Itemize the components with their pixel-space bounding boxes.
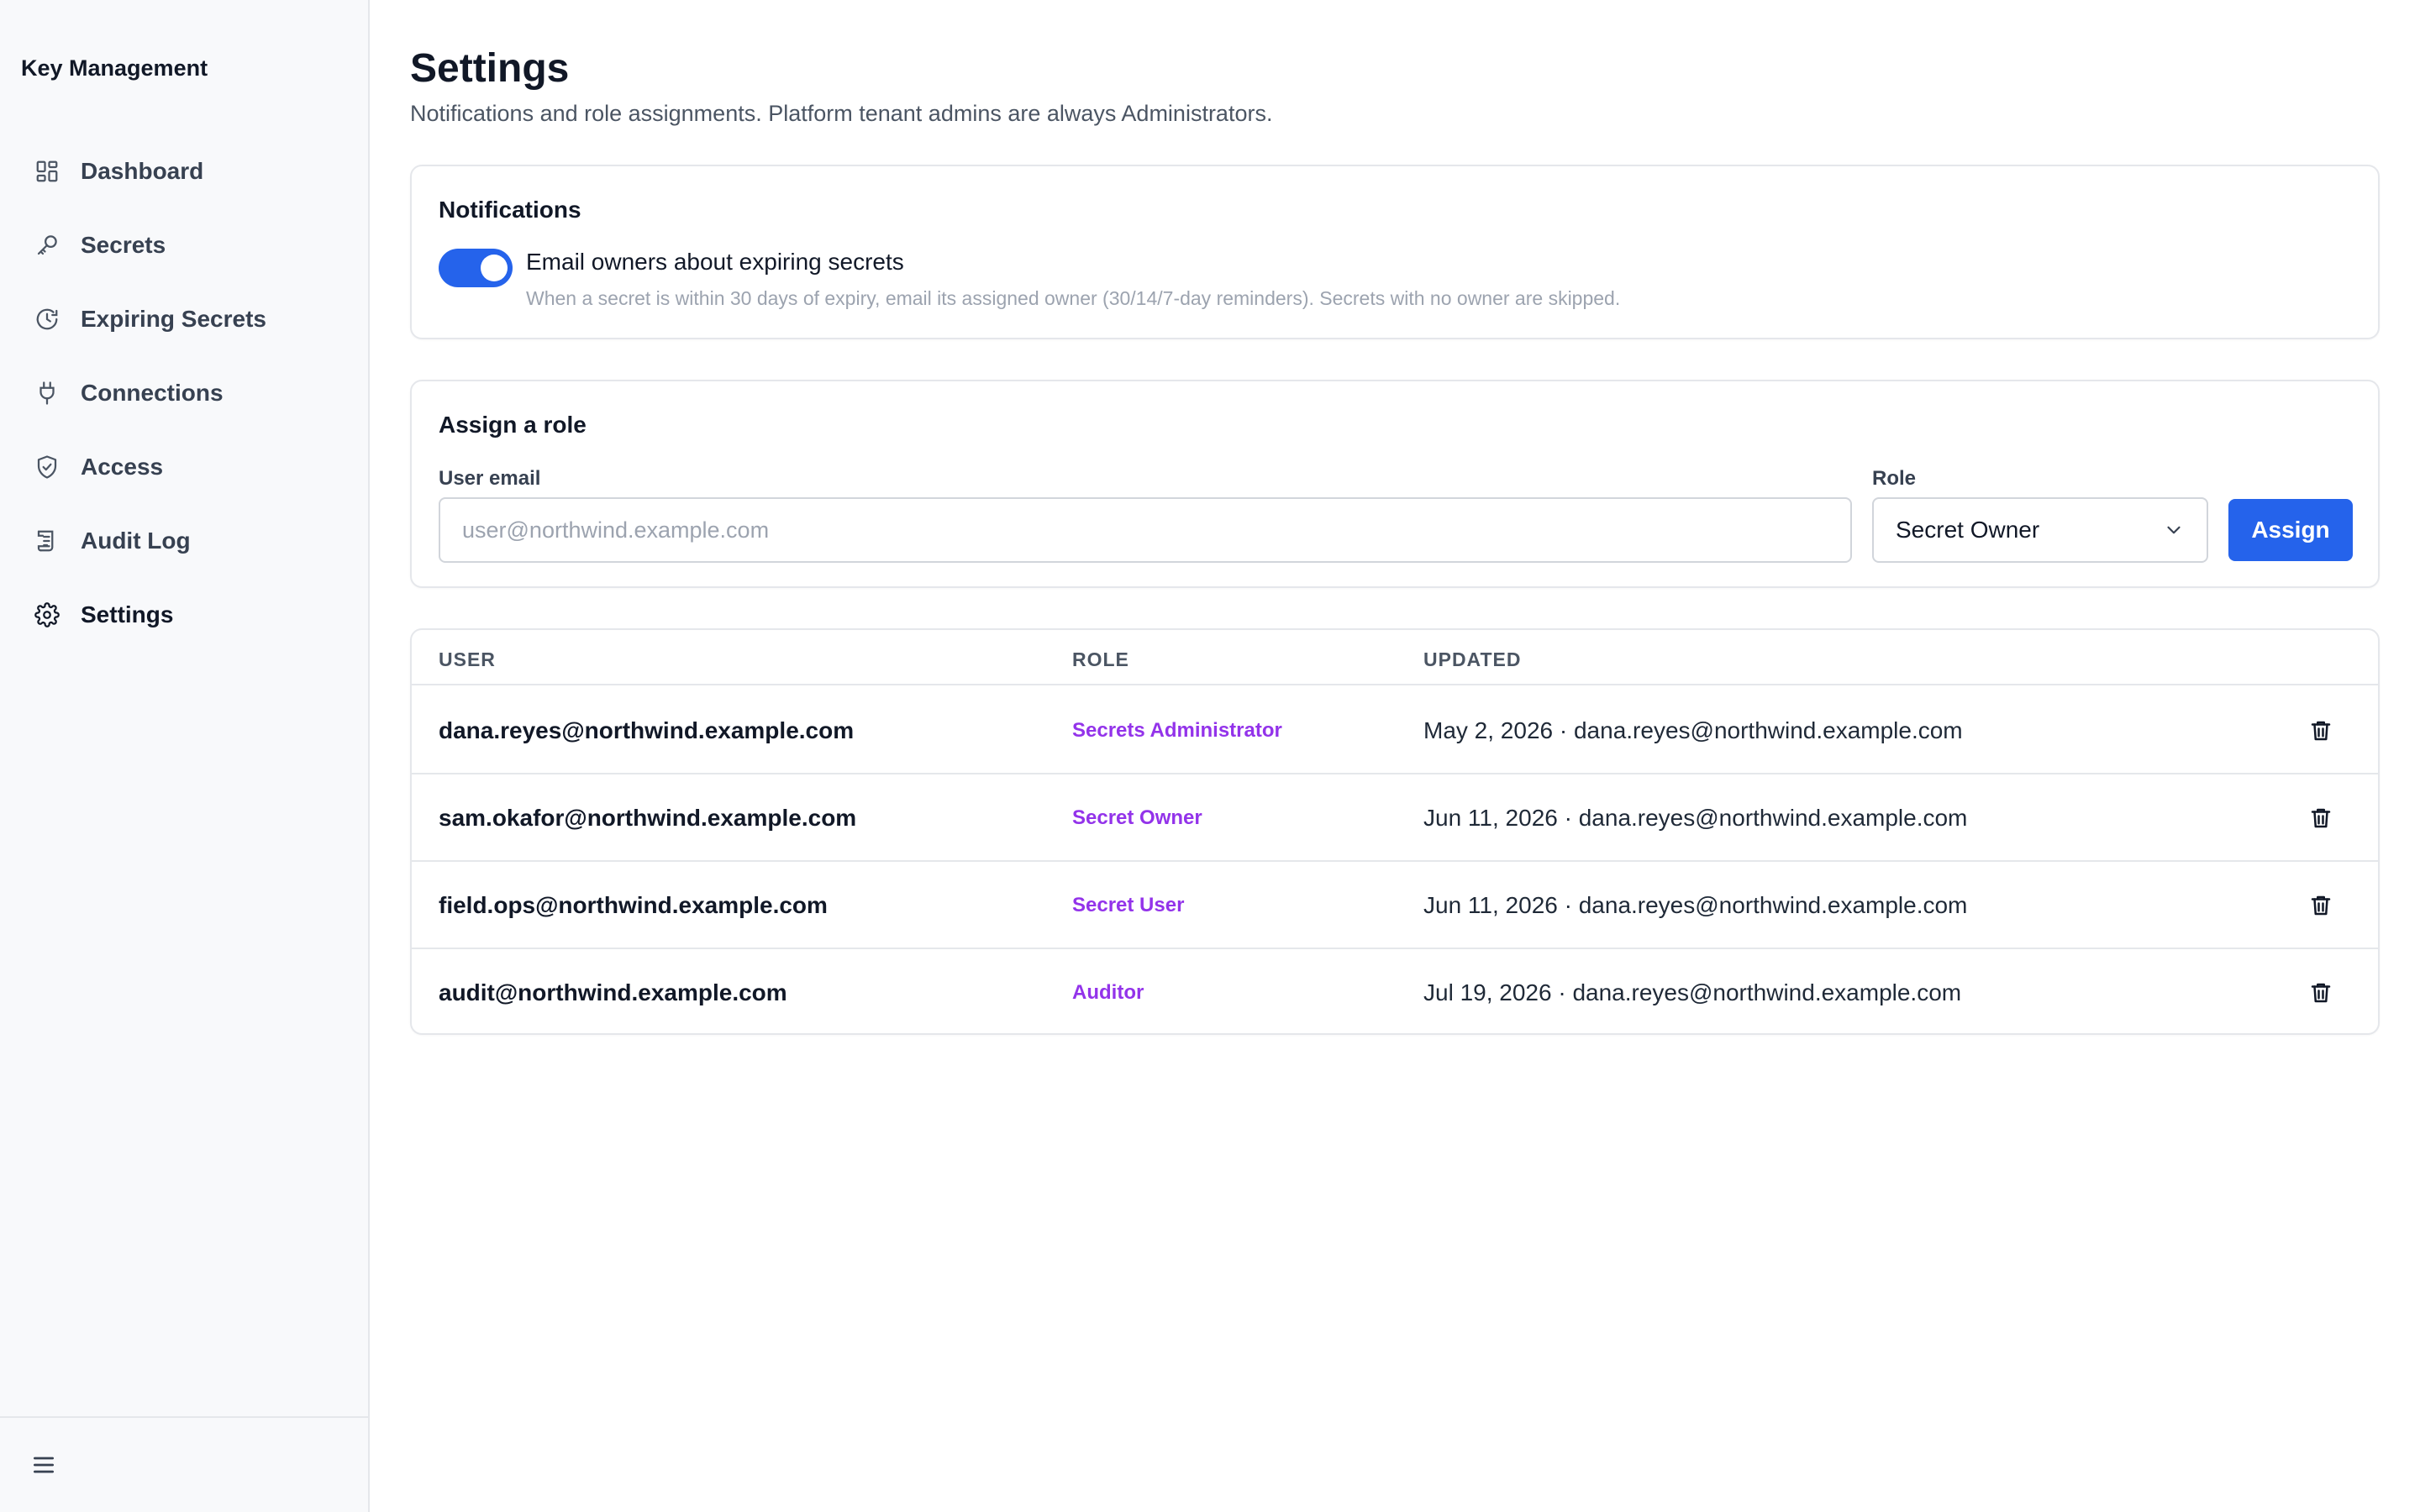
email-owners-toggle[interactable] bbox=[439, 249, 513, 287]
notifications-title: Notifications bbox=[439, 197, 581, 223]
sidebar-footer bbox=[0, 1416, 368, 1512]
header-updated: UPDATED bbox=[1423, 648, 1522, 670]
row-updated: Jun 11, 2026 · dana.reyes@northwind.exam… bbox=[1423, 805, 1968, 831]
user-email-input[interactable] bbox=[439, 497, 1852, 563]
sidebar: Key Management Dashboard Secrets Expirin… bbox=[0, 0, 370, 1512]
row-role-badge: Auditor bbox=[1072, 981, 1144, 1004]
row-user: dana.reyes@northwind.example.com bbox=[439, 717, 855, 743]
role-select[interactable]: Secret Owner bbox=[1872, 497, 2208, 563]
app-title: Key Management bbox=[21, 55, 208, 81]
trash-icon[interactable] bbox=[2304, 801, 2338, 835]
row-updated: Jul 19, 2026 · dana.reyes@northwind.exam… bbox=[1423, 979, 1962, 1005]
sidebar-item-audit-log[interactable]: Audit Log bbox=[0, 504, 368, 578]
sidebar-item-label: Connections bbox=[81, 380, 224, 406]
sidebar-item-access[interactable]: Access bbox=[0, 430, 368, 504]
log-icon bbox=[32, 526, 62, 556]
chevron-down-icon bbox=[2163, 519, 2185, 541]
row-user: audit@northwind.example.com bbox=[439, 979, 787, 1005]
header-user: USER bbox=[439, 648, 496, 670]
sidebar-item-label: Settings bbox=[81, 601, 174, 627]
table-row: dana.reyes@northwind.example.com Secrets… bbox=[412, 687, 2378, 774]
main-content: Settings Notifications and role assignme… bbox=[370, 0, 2420, 1512]
app-root: Key Management Dashboard Secrets Expirin… bbox=[0, 0, 2420, 1512]
assign-button[interactable]: Assign bbox=[2228, 499, 2353, 561]
clock-icon bbox=[32, 304, 62, 334]
toggle-knob bbox=[481, 255, 508, 281]
row-updated: Jun 11, 2026 · dana.reyes@northwind.exam… bbox=[1423, 892, 1968, 918]
table-row: field.ops@northwind.example.com Secret U… bbox=[412, 862, 2378, 949]
sidebar-item-label: Secrets bbox=[81, 232, 166, 258]
page-title: Settings bbox=[410, 46, 570, 91]
gear-icon bbox=[32, 600, 62, 630]
menu-icon[interactable] bbox=[30, 1452, 57, 1478]
row-user: field.ops@northwind.example.com bbox=[439, 892, 828, 918]
role-label: Role bbox=[1872, 467, 1917, 490]
user-email-label: User email bbox=[439, 467, 541, 490]
row-updated: May 2, 2026 · dana.reyes@northwind.examp… bbox=[1423, 717, 1963, 743]
sidebar-nav: Dashboard Secrets Expiring Secrets Conne… bbox=[0, 134, 368, 652]
role-assignments-table: USER ROLE UPDATED dana.reyes@northwind.e… bbox=[410, 628, 2380, 1035]
table-row: sam.okafor@northwind.example.com Secret … bbox=[412, 774, 2378, 862]
sidebar-item-expiring-secrets[interactable]: Expiring Secrets bbox=[0, 282, 368, 356]
dashboard-icon bbox=[32, 156, 62, 186]
key-icon bbox=[32, 230, 62, 260]
shield-icon bbox=[32, 452, 62, 482]
assign-role-card: Assign a role User email Role Secret Own… bbox=[410, 380, 2380, 588]
trash-icon[interactable] bbox=[2304, 976, 2338, 1010]
row-role-badge: Secrets Administrator bbox=[1072, 719, 1282, 742]
assign-role-title: Assign a role bbox=[439, 412, 587, 438]
toggle-label: Email owners about expiring secrets bbox=[526, 249, 904, 275]
plug-icon bbox=[32, 378, 62, 408]
row-role-badge: Secret User bbox=[1072, 894, 1185, 916]
row-user: sam.okafor@northwind.example.com bbox=[439, 805, 857, 831]
toggle-help-text: When a secret is within 30 days of expir… bbox=[526, 287, 1621, 309]
sidebar-item-dashboard[interactable]: Dashboard bbox=[0, 134, 368, 208]
page-subtitle: Notifications and role assignments. Plat… bbox=[410, 101, 1273, 126]
trash-icon[interactable] bbox=[2304, 714, 2338, 748]
sidebar-item-label: Audit Log bbox=[81, 528, 191, 554]
notifications-card: Notifications Email owners about expirin… bbox=[410, 165, 2380, 339]
header-role: ROLE bbox=[1072, 648, 1129, 670]
table-row: audit@northwind.example.com Auditor Jul … bbox=[412, 949, 2378, 1033]
sidebar-item-connections[interactable]: Connections bbox=[0, 356, 368, 430]
sidebar-item-secrets[interactable]: Secrets bbox=[0, 208, 368, 282]
role-select-value: Secret Owner bbox=[1896, 517, 2040, 543]
sidebar-item-settings[interactable]: Settings bbox=[0, 578, 368, 652]
sidebar-item-label: Expiring Secrets bbox=[81, 306, 266, 332]
sidebar-item-label: Access bbox=[81, 454, 164, 480]
row-role-badge: Secret Owner bbox=[1072, 806, 1202, 829]
sidebar-item-label: Dashboard bbox=[81, 158, 204, 184]
trash-icon[interactable] bbox=[2304, 889, 2338, 922]
table-header: USER ROLE UPDATED bbox=[412, 630, 2378, 685]
